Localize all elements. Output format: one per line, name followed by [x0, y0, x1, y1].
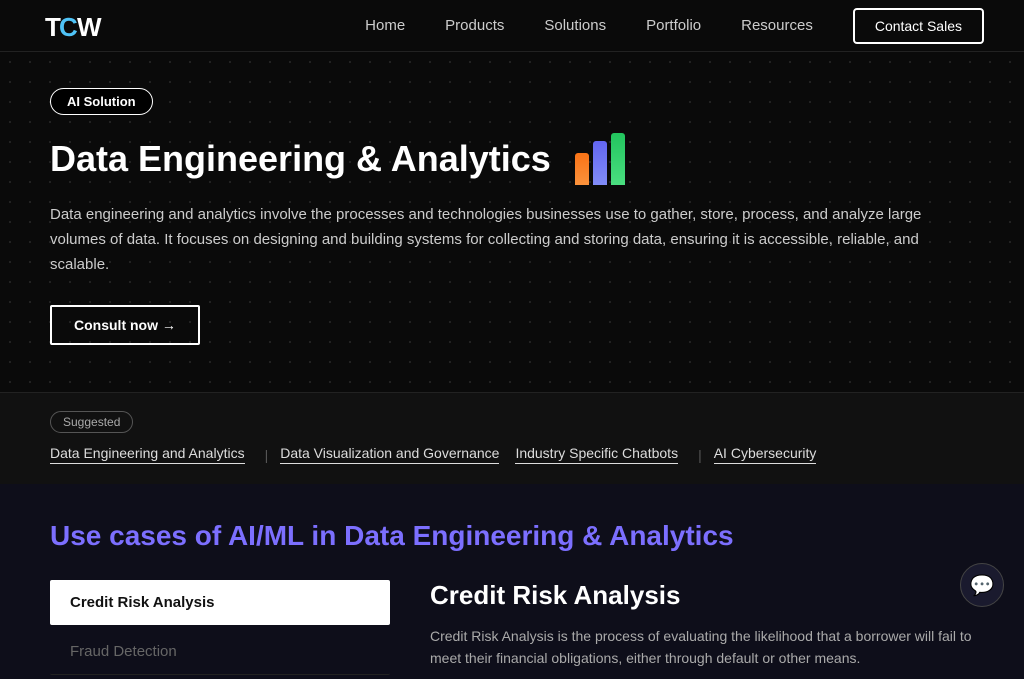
hero-title-row: Data Engineering & Analytics	[50, 133, 974, 185]
use-case-detail-title: Credit Risk Analysis	[430, 580, 974, 611]
use-case-credit-risk[interactable]: Credit Risk Analysis	[50, 580, 390, 625]
hero-section: AI Solution Data Engineering & Analytics…	[0, 52, 1024, 392]
sep-1: |	[265, 447, 269, 463]
suggested-link-data-visualization[interactable]: Data Visualization and Governance	[280, 445, 499, 464]
suggested-links: Data Engineering and Analytics | Data Vi…	[50, 445, 974, 464]
use-cases-list: Credit Risk Analysis Fraud Detection	[50, 580, 390, 679]
svg-text:W: W	[77, 12, 102, 42]
use-cases-section: Use cases of AI/ML in Data Engineering &…	[0, 484, 1024, 679]
suggested-link-ai-cybersecurity[interactable]: AI Cybersecurity	[714, 445, 817, 464]
hero-title: Data Engineering & Analytics	[50, 138, 551, 180]
suggested-link-industry-chatbots[interactable]: Industry Specific Chatbots	[515, 445, 678, 464]
consult-now-button[interactable]: Consult now →	[50, 305, 200, 345]
nav-resources[interactable]: Resources	[741, 17, 813, 34]
logo[interactable]: T C W	[40, 8, 110, 44]
nav-portfolio[interactable]: Portfolio	[646, 17, 701, 34]
bar-1	[575, 153, 589, 185]
bar-2	[593, 141, 607, 185]
navbar: T C W Home Products Solutions Portfolio …	[0, 0, 1024, 52]
chat-button[interactable]: 💬	[960, 563, 1004, 607]
ai-solution-badge: AI Solution	[50, 88, 153, 115]
bar-chart-icon	[575, 133, 625, 185]
suggested-link-data-engineering[interactable]: Data Engineering and Analytics	[50, 445, 245, 464]
nav-links: Home Products Solutions Portfolio Resour…	[365, 17, 813, 34]
bar-3	[611, 133, 625, 185]
use-case-detail-description: Credit Risk Analysis is the process of e…	[430, 625, 974, 670]
hero-description: Data engineering and analytics involve t…	[50, 203, 950, 277]
suggested-badge: Suggested	[50, 411, 133, 433]
nav-home[interactable]: Home	[365, 17, 405, 34]
nav-products[interactable]: Products	[445, 17, 504, 34]
use-case-detail: Credit Risk Analysis Credit Risk Analysi…	[430, 580, 974, 679]
suggested-section: Suggested Data Engineering and Analytics…	[0, 392, 1024, 484]
use-cases-layout: Credit Risk Analysis Fraud Detection Cre…	[50, 580, 974, 679]
nav-solutions[interactable]: Solutions	[544, 17, 606, 34]
use-case-fraud-detection[interactable]: Fraud Detection	[50, 629, 390, 675]
use-cases-title: Use cases of AI/ML in Data Engineering &…	[50, 520, 974, 552]
sep-2: |	[698, 447, 702, 463]
contact-sales-button[interactable]: Contact Sales	[853, 8, 984, 44]
svg-text:C: C	[59, 12, 78, 42]
